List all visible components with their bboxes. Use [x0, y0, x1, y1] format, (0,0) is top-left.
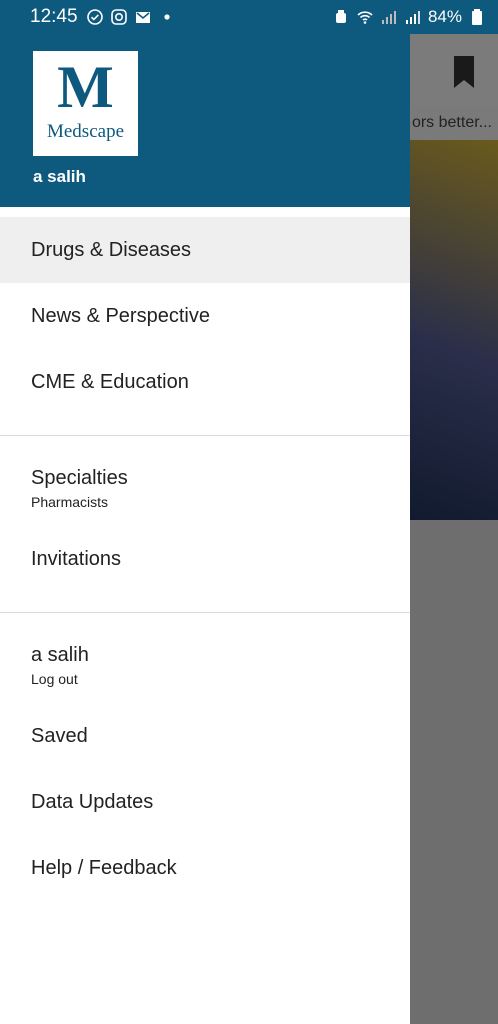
menu-item-label: Specialties: [31, 466, 128, 489]
logo-brand: Medscape: [46, 121, 125, 142]
menu-item-sublabel: Pharmacists: [31, 493, 109, 510]
wifi-icon: [357, 11, 373, 24]
status-bar: 12:45 84%: [0, 0, 498, 34]
status-icons-left: [86, 8, 176, 26]
menu-item-label: CME & Education: [31, 370, 189, 393]
battery-percent: 84%: [427, 7, 462, 26]
signal-icon: [405, 11, 420, 24]
drawer-menu: Drugs & Diseases News & Perspective CME …: [0, 207, 410, 901]
menu-item-label: Data Updates: [31, 790, 154, 813]
drawer-user-name: a salih: [33, 167, 86, 186]
menu-item-invitations[interactable]: Invitations: [0, 526, 410, 592]
signal-icon: [381, 11, 396, 24]
drawer-header: M Medscape a salih: [0, 34, 410, 207]
menu-item-label: Drugs & Diseases: [31, 238, 192, 261]
medscape-logo: M Medscape: [33, 51, 138, 156]
mail-icon: [135, 12, 150, 23]
logout-link[interactable]: Log out: [31, 671, 410, 687]
alarm-icon: [335, 10, 346, 23]
menu-item-drugs-diseases[interactable]: Drugs & Diseases: [0, 217, 410, 283]
navigation-drawer: M Medscape a salih Drugs & Diseases News…: [0, 34, 410, 1024]
menu-item-news-perspective[interactable]: News & Perspective: [0, 283, 410, 349]
check-circle-icon: [86, 9, 103, 25]
instagram-icon: [110, 9, 127, 25]
menu-item-cme-education[interactable]: CME & Education: [0, 349, 410, 415]
status-time: 12:45: [30, 6, 78, 27]
menu-item-data-updates[interactable]: Data Updates: [0, 769, 410, 835]
dot-icon: [163, 14, 170, 20]
menu-item-saved[interactable]: Saved: [0, 703, 410, 769]
menu-item-label: Help / Feedback: [31, 856, 177, 879]
menu-item-label: Invitations: [31, 547, 122, 570]
background-hero-image: [409, 140, 498, 520]
menu-item-label: News & Perspective: [31, 304, 210, 327]
logo-letter: M: [57, 54, 114, 120]
menu-item-specialties[interactable]: Specialties Pharmacists: [0, 450, 410, 526]
menu-item-account[interactable]: a salih Log out: [0, 627, 410, 703]
battery-icon: [472, 9, 482, 25]
bookmark-icon: [454, 56, 474, 88]
status-icons-right: 84%: [332, 7, 486, 27]
menu-item-label: Saved: [31, 724, 88, 747]
menu-item-help-feedback[interactable]: Help / Feedback: [0, 835, 410, 901]
menu-item-label: a salih: [31, 643, 89, 666]
